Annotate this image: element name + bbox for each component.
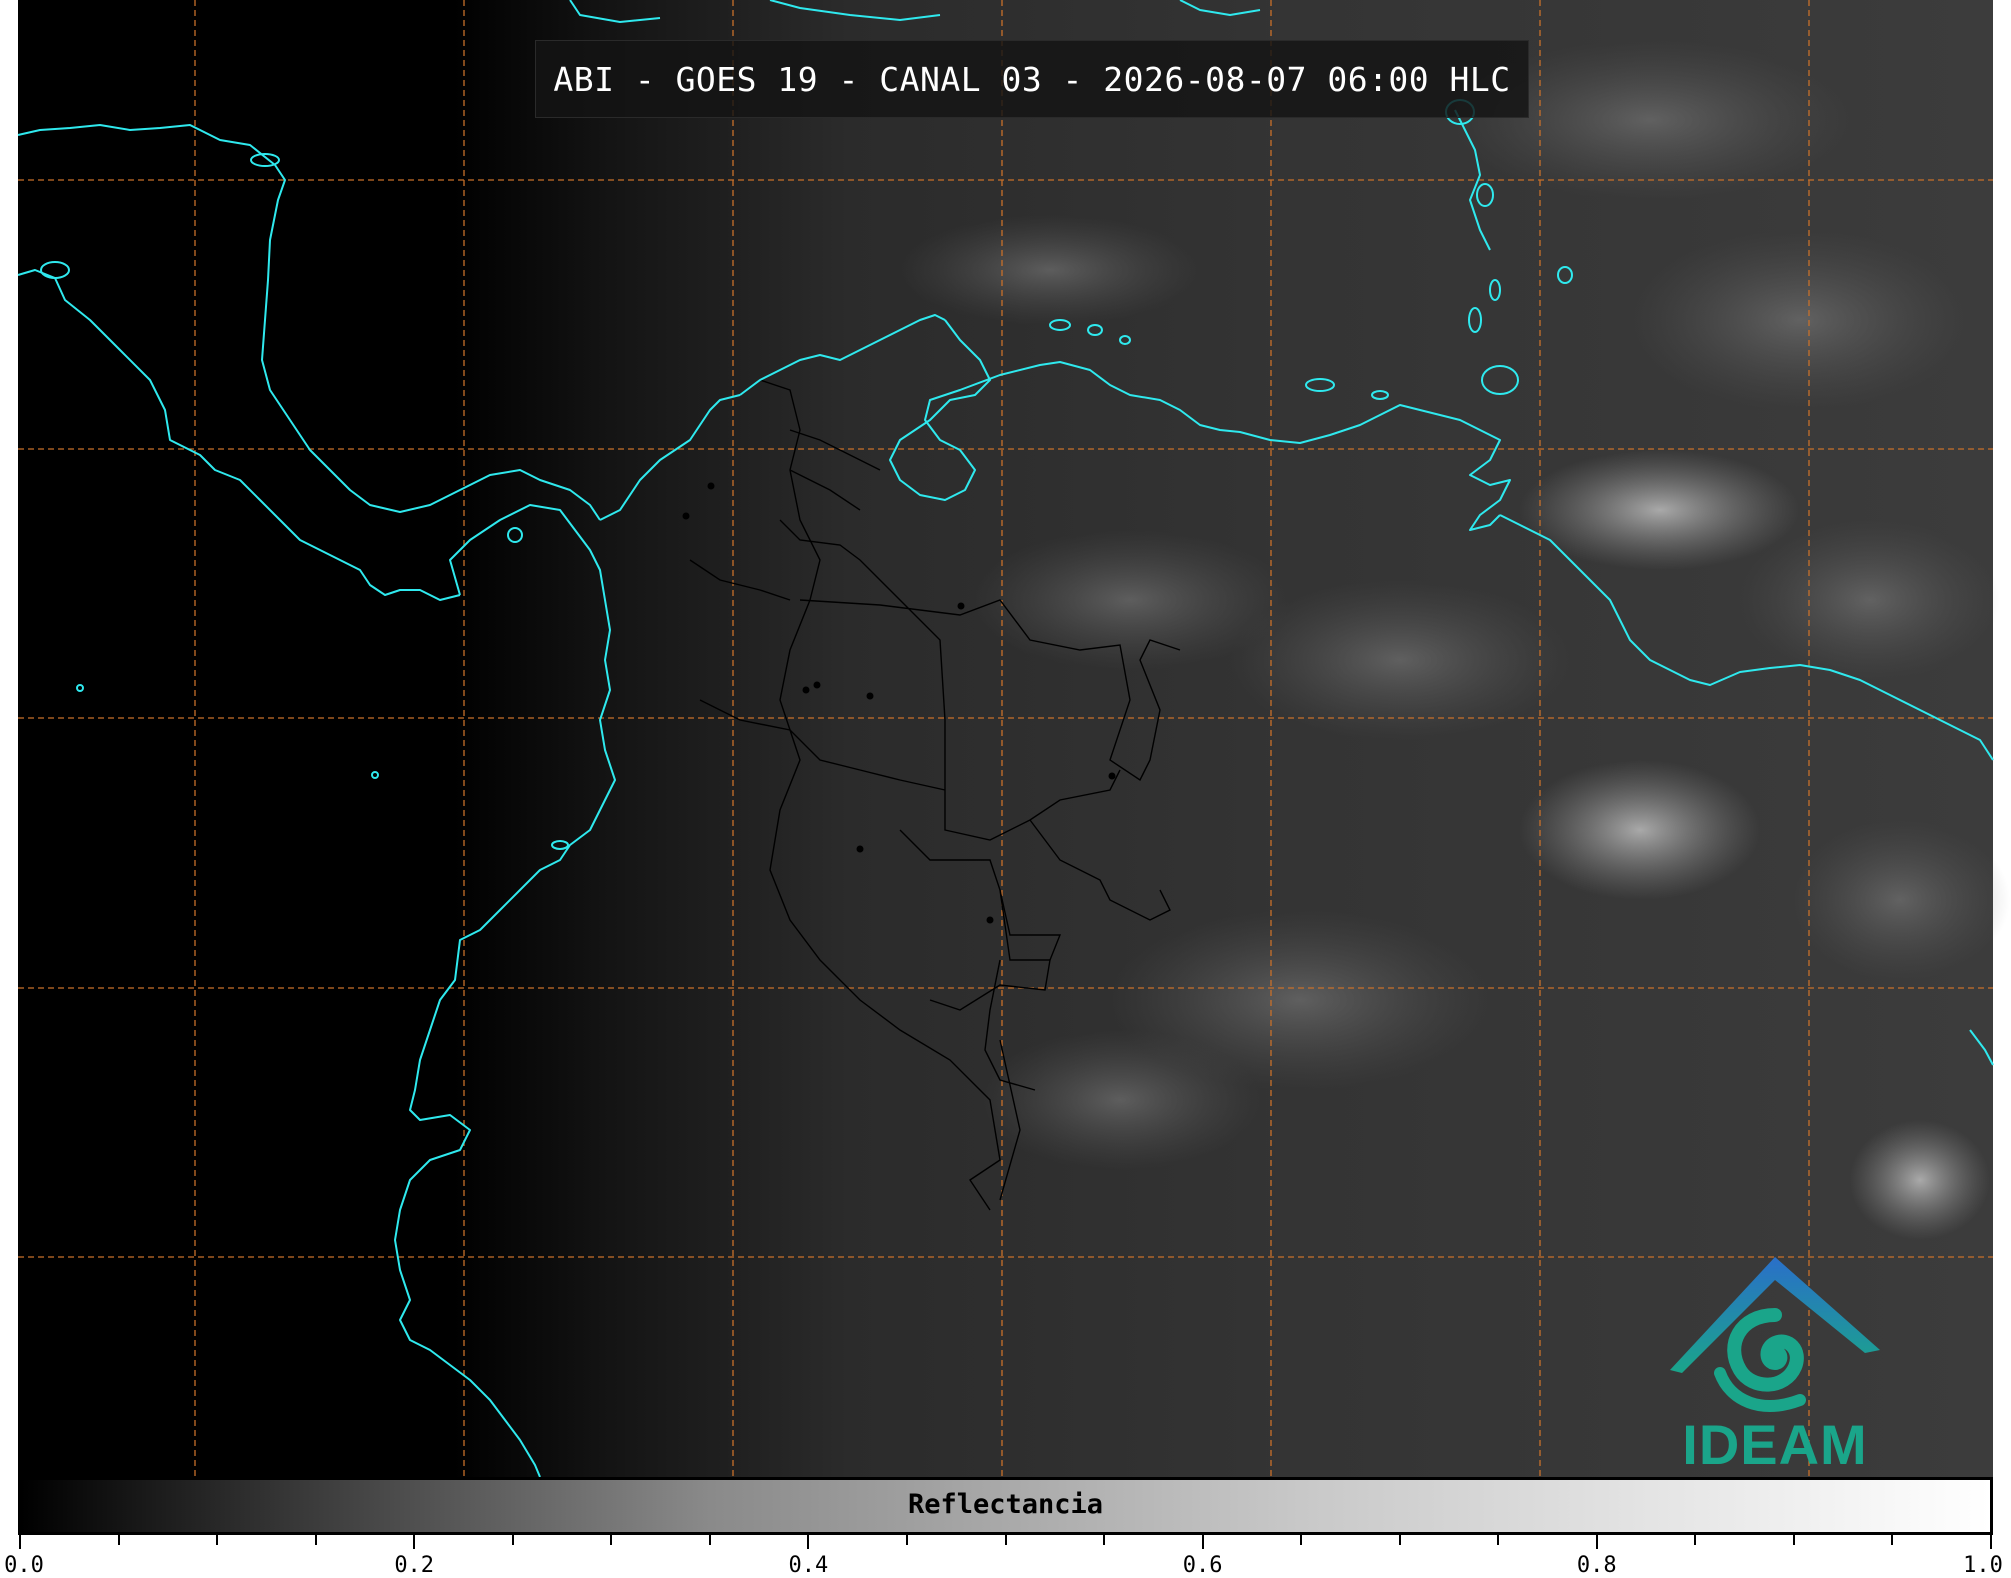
colorbar-tick bbox=[1103, 1535, 1106, 1545]
colorbar-tick-label: 0.4 bbox=[788, 1553, 829, 1578]
colorbar-tick bbox=[117, 1535, 120, 1545]
colorbar: Reflectancia bbox=[18, 1477, 1993, 1535]
colorbar-tick bbox=[1004, 1535, 1007, 1545]
colorbar-tick bbox=[1497, 1535, 1500, 1545]
colorbar-tick bbox=[1595, 1535, 1598, 1549]
colorbar-tick bbox=[314, 1535, 317, 1545]
colorbar-tick-label: 0.0 bbox=[4, 1553, 44, 1578]
colorbar-tick bbox=[1694, 1535, 1697, 1545]
colorbar-tick bbox=[1398, 1535, 1401, 1545]
colorbar-tick bbox=[610, 1535, 613, 1545]
map-title: ABI - GOES 19 - CANAL 03 - 2026-08-07 06… bbox=[553, 59, 1511, 99]
colorbar-label: Reflectancia bbox=[907, 1489, 1104, 1520]
colorbar-tick bbox=[1792, 1535, 1795, 1545]
ideam-logo-text: IDEAM bbox=[1682, 1413, 1868, 1476]
right-margin bbox=[1993, 0, 2011, 1477]
colorbar-tick bbox=[807, 1535, 810, 1549]
colorbar-tick-label: 1.0 bbox=[1963, 1553, 2003, 1578]
colorbar-tick bbox=[905, 1535, 908, 1545]
colorbar-tick bbox=[708, 1535, 711, 1545]
colorbar-tick bbox=[511, 1535, 514, 1545]
colorbar-tick bbox=[413, 1535, 416, 1549]
colorbar-tick bbox=[1891, 1535, 1894, 1545]
colorbar-tick-label: 0.2 bbox=[394, 1553, 435, 1578]
colorbar-tick bbox=[1300, 1535, 1303, 1545]
map-title-panel: ABI - GOES 19 - CANAL 03 - 2026-08-07 06… bbox=[535, 40, 1529, 118]
left-margin bbox=[0, 0, 18, 1477]
colorbar-tick bbox=[19, 1535, 21, 1549]
colorbar-tick-label: 0.6 bbox=[1182, 1553, 1223, 1578]
colorbar-tick-label: 0.8 bbox=[1576, 1553, 1617, 1578]
colorbar-tick bbox=[1990, 1535, 1992, 1549]
colorbar-tick bbox=[1201, 1535, 1204, 1549]
colorbar-tick bbox=[216, 1535, 219, 1545]
